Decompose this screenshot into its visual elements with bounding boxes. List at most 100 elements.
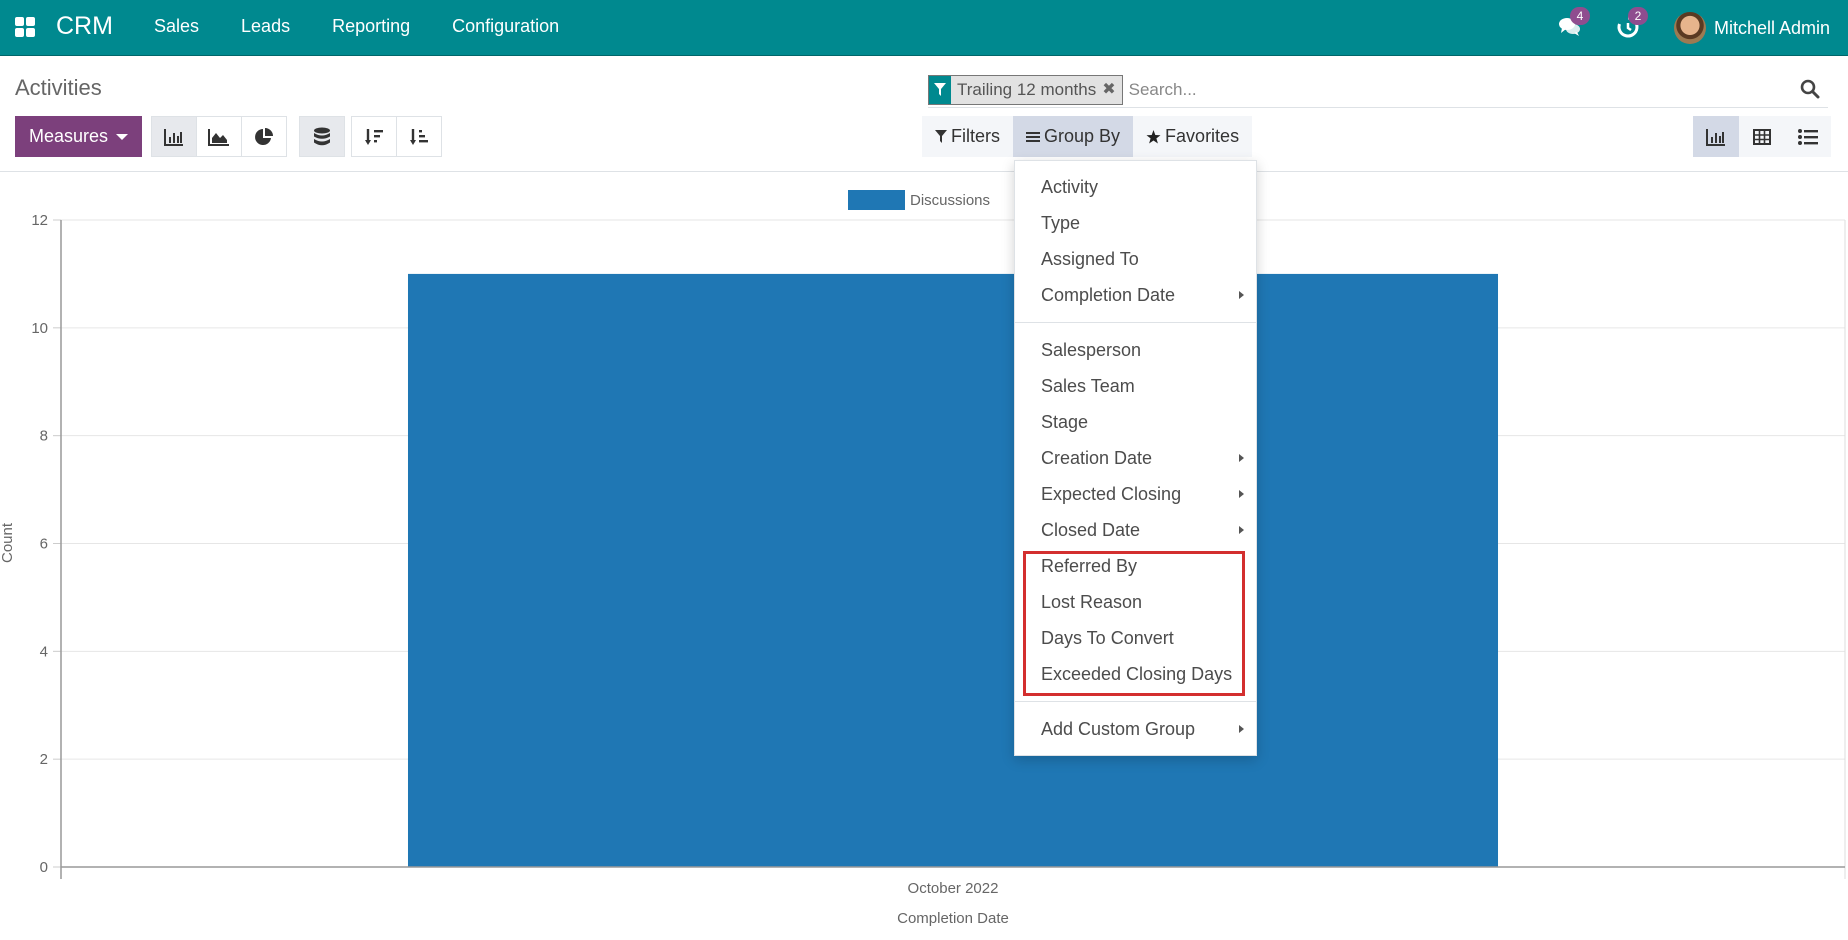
filter-facet: Trailing 12 months ✖ (928, 74, 1123, 105)
filter-icon (929, 75, 951, 104)
groupby-option-closed-date[interactable]: Closed Date (1015, 512, 1256, 548)
groupby-option-label: Expected Closing (1041, 484, 1182, 504)
x-tick-label: October 2022 (908, 880, 999, 897)
y-tick-label: 10 (31, 320, 48, 337)
groupby-option-referred-by[interactable]: Referred By (1015, 548, 1256, 584)
measures-button[interactable]: Measures (15, 116, 142, 157)
groupby-option-stage[interactable]: Stage (1015, 404, 1256, 440)
y-tick-label: 8 (40, 428, 48, 445)
activities-count-badge: 2 (1627, 7, 1648, 25)
groupby-option-exceeded-closing-days[interactable]: Exceeded Closing Days (1015, 656, 1256, 692)
groupby-option-label: Sales Team (1041, 376, 1135, 396)
caret-right-icon (1239, 725, 1244, 733)
search-input[interactable] (1128, 79, 1769, 100)
graph-view: 0 2 4 6 8 10 12 October 2022 Discussions Count… (0, 172, 1848, 935)
bar-chart: 0 2 4 6 8 10 12 October 2022 Discussions Count… (0, 190, 1846, 927)
groupby-button[interactable]: Group By (1013, 116, 1134, 157)
sort-descending-icon (365, 128, 383, 145)
groupby-option-expected-closing[interactable]: Expected Closing (1015, 476, 1256, 512)
filter-facet-label: Trailing 12 months (957, 79, 1097, 99)
y-tick-label: 12 (31, 212, 48, 229)
groupby-option-label: Stage (1041, 412, 1089, 432)
sort-descending-button[interactable] (351, 116, 397, 157)
groupby-section-standard: Activity Type Assigned To Completion Date (1015, 169, 1256, 313)
y-axis-ticks: 0 2 4 6 8 10 12 (31, 212, 61, 876)
groupby-option-completion-date[interactable]: Completion Date (1015, 277, 1256, 313)
groupby-option-label: Activity (1041, 177, 1099, 197)
groupby-option-activity[interactable]: Activity (1015, 169, 1256, 205)
groupby-option-creation-date[interactable]: Creation Date (1015, 440, 1256, 476)
user-avatar[interactable] (1673, 12, 1706, 44)
groupby-option-salesperson[interactable]: Salesperson (1015, 332, 1256, 368)
add-custom-group-label: Add Custom Group (1041, 719, 1196, 739)
groupby-section-fields: Salesperson Sales Team Stage Creation Date E… (1015, 332, 1256, 692)
bars-icon (1026, 131, 1040, 142)
menu-reporting[interactable]: Reporting (332, 16, 410, 37)
y-tick-label: 6 (40, 536, 48, 553)
activities-button[interactable]: 2 (1616, 7, 1648, 41)
groupby-option-type[interactable]: Type (1015, 205, 1256, 241)
legend-label: Discussions (910, 192, 990, 209)
remove-facet-icon[interactable]: ✖ (1102, 76, 1121, 104)
sort-ascending-button[interactable] (396, 116, 442, 157)
graph-view-button[interactable] (1693, 116, 1739, 157)
favorites-button[interactable]: Favorites (1133, 116, 1252, 157)
app-menu-icon[interactable] (15, 17, 35, 37)
groupby-option-label: Referred By (1041, 556, 1138, 576)
favorites-label: Favorites (1165, 126, 1240, 146)
area-chart-icon (208, 128, 229, 146)
caret-right-icon (1239, 490, 1244, 498)
chart-type-group (151, 116, 287, 157)
groupby-option-label: Type (1041, 213, 1081, 233)
line-chart-button[interactable] (196, 116, 242, 157)
pie-chart-button[interactable] (241, 116, 287, 157)
groupby-option-days-to-convert[interactable]: Days To Convert (1015, 620, 1256, 656)
groupby-option-lost-reason[interactable]: Lost Reason (1015, 584, 1256, 620)
y-tick-label: 4 (40, 643, 48, 660)
groupby-option-label: Salesperson (1041, 340, 1142, 360)
y-tick-label: 0 (40, 859, 48, 876)
x-axis-label: Completion Date (897, 910, 1009, 927)
sort-group (351, 116, 442, 157)
pie-chart-icon (255, 127, 273, 145)
caret-right-icon (1239, 526, 1244, 534)
legend-swatch[interactable] (848, 190, 905, 210)
groupby-option-label: Days To Convert (1041, 628, 1174, 648)
menu-configuration[interactable]: Configuration (452, 16, 559, 37)
table-icon (1753, 128, 1771, 145)
top-navbar: CRM Sales Leads Reporting Configuration … (0, 0, 1848, 56)
main-menu: Sales Leads Reporting Configuration (154, 16, 601, 37)
groupby-option-label: Exceeded Closing Days (1041, 664, 1233, 684)
y-axis-label: Count (0, 522, 16, 563)
list-view-button[interactable] (1785, 116, 1831, 157)
bar-chart-icon (164, 128, 183, 146)
bar-chart-button[interactable] (151, 116, 197, 157)
groupby-option-label: Creation Date (1041, 448, 1153, 468)
groupby-option-label: Lost Reason (1041, 592, 1143, 612)
filter-icon (935, 130, 947, 143)
systray: 4 2 Mitchell Admin (1558, 0, 1848, 56)
groupby-option-label: Assigned To (1041, 249, 1139, 269)
groupby-option-assigned-to[interactable]: Assigned To (1015, 241, 1256, 277)
filters-label: Filters (951, 126, 1000, 146)
menu-leads[interactable]: Leads (241, 16, 290, 37)
star-icon (1146, 129, 1161, 143)
caret-right-icon (1239, 291, 1244, 299)
database-icon (314, 127, 330, 145)
app-brand[interactable]: CRM (56, 12, 113, 41)
groupby-option-sales-team[interactable]: Sales Team (1015, 368, 1256, 404)
groupby-option-label: Closed Date (1041, 520, 1141, 540)
caret-down-icon (116, 133, 129, 140)
user-name[interactable]: Mitchell Admin (1714, 18, 1830, 39)
search-bar: Trailing 12 months ✖ (928, 72, 1828, 108)
add-custom-group[interactable]: Add Custom Group (1015, 711, 1256, 747)
messages-button[interactable]: 4 (1558, 7, 1590, 41)
pivot-view-button[interactable] (1739, 116, 1785, 157)
search-icon[interactable] (1800, 79, 1820, 104)
menu-sales[interactable]: Sales (154, 16, 199, 37)
list-icon (1798, 128, 1818, 145)
messages-count-badge: 4 (1569, 7, 1590, 25)
stacked-button[interactable] (299, 116, 345, 157)
stacked-group (299, 116, 345, 157)
filters-button[interactable]: Filters (922, 116, 1013, 157)
